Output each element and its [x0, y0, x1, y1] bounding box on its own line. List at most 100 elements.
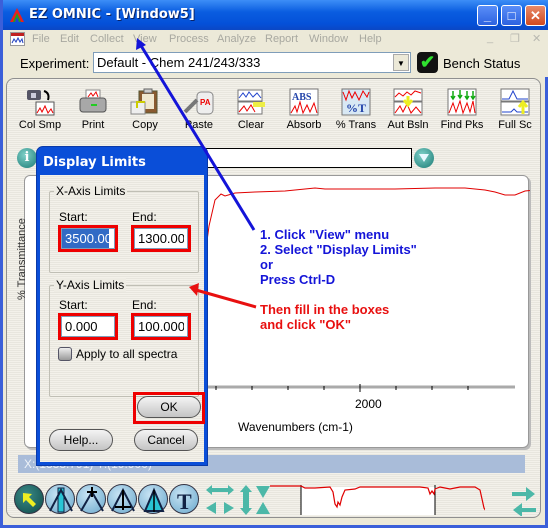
experiment-bar: Experiment: Default - Chem 241/243/333 ▼… — [6, 49, 548, 77]
spectrum-overview[interactable] — [270, 484, 485, 516]
peak-area-button[interactable] — [138, 484, 168, 514]
svg-text:ABS: ABS — [292, 92, 312, 103]
dialog-body: X-Axis Limits Start: End: Y-Axis Limits … — [40, 175, 205, 462]
experiment-label: Experiment: — [20, 56, 90, 71]
instruction-red: Then fill in the boxes and click "OK" — [260, 302, 389, 332]
menu-process[interactable]: Process — [169, 33, 209, 45]
contract-vertical-icon[interactable] — [256, 486, 270, 514]
svg-text:T: T — [177, 489, 192, 514]
instruction-line: Press Ctrl-D — [260, 272, 336, 287]
instruction-line: Then fill in the boxes — [260, 302, 390, 317]
arrow-right-icon[interactable] — [512, 487, 535, 501]
ok-button[interactable]: OK — [137, 396, 201, 418]
maximize-button[interactable]: □ — [501, 5, 522, 26]
spectrum-list-down-icon[interactable] — [414, 148, 434, 168]
scroll-arrows[interactable] — [510, 484, 538, 516]
menu-help[interactable]: Help — [359, 33, 382, 45]
peak-height-button[interactable] — [107, 484, 137, 514]
instruction-line: 2. Select "Display Limits" — [260, 242, 417, 257]
toolbar-copy-button[interactable]: Copy — [120, 88, 170, 131]
bench-status-check-icon[interactable]: ✔ — [417, 52, 438, 73]
dialog-title: Display Limits — [43, 155, 146, 170]
toolbar-paste-button[interactable]: PA Paste — [174, 88, 224, 131]
bench-status-label[interactable]: Bench Status — [443, 56, 520, 71]
y-axis-label: % Transmittance — [16, 218, 28, 300]
toolbar-absorb-button[interactable]: ABS Absorb — [279, 88, 329, 131]
overview-window[interactable] — [301, 487, 435, 515]
instruction-blue: 1. Click "View" menu 2. Select "Display … — [260, 227, 417, 287]
y-start-field-highlight — [58, 313, 118, 340]
mdi-close-button[interactable]: ✕ — [532, 32, 541, 45]
title-bar: EZ OMNIC - [Window5] _ □ ✕ — [3, 0, 548, 30]
minimize-button[interactable]: _ — [477, 5, 498, 26]
mdi-minimize-button[interactable]: _ — [487, 32, 493, 44]
apply-all-checkbox[interactable] — [58, 347, 72, 361]
y-start-label: Start: — [59, 298, 88, 312]
toolbar-label: Full Sc — [498, 119, 532, 131]
expand-vertical-icon[interactable] — [240, 485, 252, 515]
help-button[interactable]: Help... — [49, 429, 113, 451]
toolbar-print-button[interactable]: Print — [68, 88, 118, 131]
x-axis — [200, 384, 515, 392]
toolbar-col-smp-button[interactable]: Col Smp — [15, 88, 65, 131]
printer-icon — [79, 89, 107, 113]
peak-label-button[interactable] — [76, 484, 106, 514]
collect-sample-icon — [27, 90, 55, 116]
info-icon[interactable]: i — [17, 148, 37, 168]
paste-icon: PA — [183, 91, 214, 115]
x-end-input[interactable] — [134, 228, 188, 249]
mdi-restore-button[interactable]: ❐ — [510, 32, 520, 45]
toolbar-label: % Trans — [335, 119, 377, 131]
arrow-left-icon[interactable] — [513, 503, 536, 516]
toolbar-label: Paste — [184, 119, 214, 131]
text-tool-button[interactable]: T — [169, 484, 199, 514]
toolbar-label: Copy — [132, 119, 158, 131]
y-start-input[interactable] — [61, 316, 115, 337]
menu-collect[interactable]: Collect — [90, 33, 124, 45]
toolbar-trans-button[interactable]: %T % Trans — [331, 88, 381, 131]
y-end-input[interactable] — [134, 316, 188, 337]
experiment-select[interactable]: Default - Chem 241/243/333 ▼ — [93, 52, 411, 73]
x-start-input[interactable] — [61, 228, 115, 249]
region-tool-icon — [49, 487, 73, 513]
region-tool-button[interactable] — [45, 484, 75, 514]
menu-file[interactable]: File — [32, 33, 50, 45]
instruction-line: and click "OK" — [260, 317, 352, 332]
peak-label-icon — [80, 487, 104, 512]
toolbar-aut-bsln-button[interactable]: Aut Bsln — [383, 88, 433, 131]
menu-analyze[interactable]: Analyze — [217, 33, 256, 45]
window-title: EZ OMNIC - [Window5] — [29, 7, 195, 22]
menu-view[interactable]: View — [133, 33, 157, 45]
chevron-down-icon[interactable]: ▼ — [393, 54, 409, 71]
expand-horizontal-icon[interactable] — [206, 485, 234, 514]
instruction-line: or — [260, 257, 273, 272]
omnic-logo-icon — [10, 8, 24, 22]
menu-report[interactable]: Report — [265, 33, 298, 45]
toolbar-label: Clear — [237, 119, 265, 131]
toolbar-full-sc-button[interactable]: Full Sc — [490, 88, 540, 131]
x-end-field-highlight — [131, 225, 191, 252]
clipboard-copy-icon — [130, 88, 158, 115]
x-axis-label: Wavenumbers (cm-1) — [238, 420, 353, 434]
x-start-label: Start: — [59, 210, 88, 224]
expand-contract-tools[interactable] — [204, 484, 274, 516]
menu-window[interactable]: Window — [309, 33, 348, 45]
y-axis-group-label: Y-Axis Limits — [54, 278, 127, 292]
y-end-label: End: — [132, 298, 157, 312]
menu-edit[interactable]: Edit — [60, 33, 79, 45]
toolbar-label: Absorb — [286, 119, 322, 131]
apply-all-label[interactable]: Apply to all spectra — [76, 347, 177, 361]
close-button[interactable]: ✕ — [525, 5, 546, 26]
clear-spectrum-icon — [237, 89, 265, 115]
auto-baseline-icon — [393, 88, 423, 116]
menu-bar: File Edit Collect View Process Analyze R… — [6, 30, 548, 49]
peak-height-icon — [111, 487, 135, 512]
toolbar-clear-button[interactable]: Clear — [226, 88, 276, 131]
cancel-button[interactable]: Cancel — [134, 429, 198, 451]
toolbar-find-pks-button[interactable]: Find Pks — [437, 88, 487, 131]
absorbance-icon: ABS — [289, 88, 319, 116]
document-icon[interactable] — [10, 32, 25, 46]
select-arrow-button[interactable] — [14, 484, 44, 514]
x-end-label: End: — [132, 210, 157, 224]
svg-text:%T: %T — [346, 101, 366, 115]
